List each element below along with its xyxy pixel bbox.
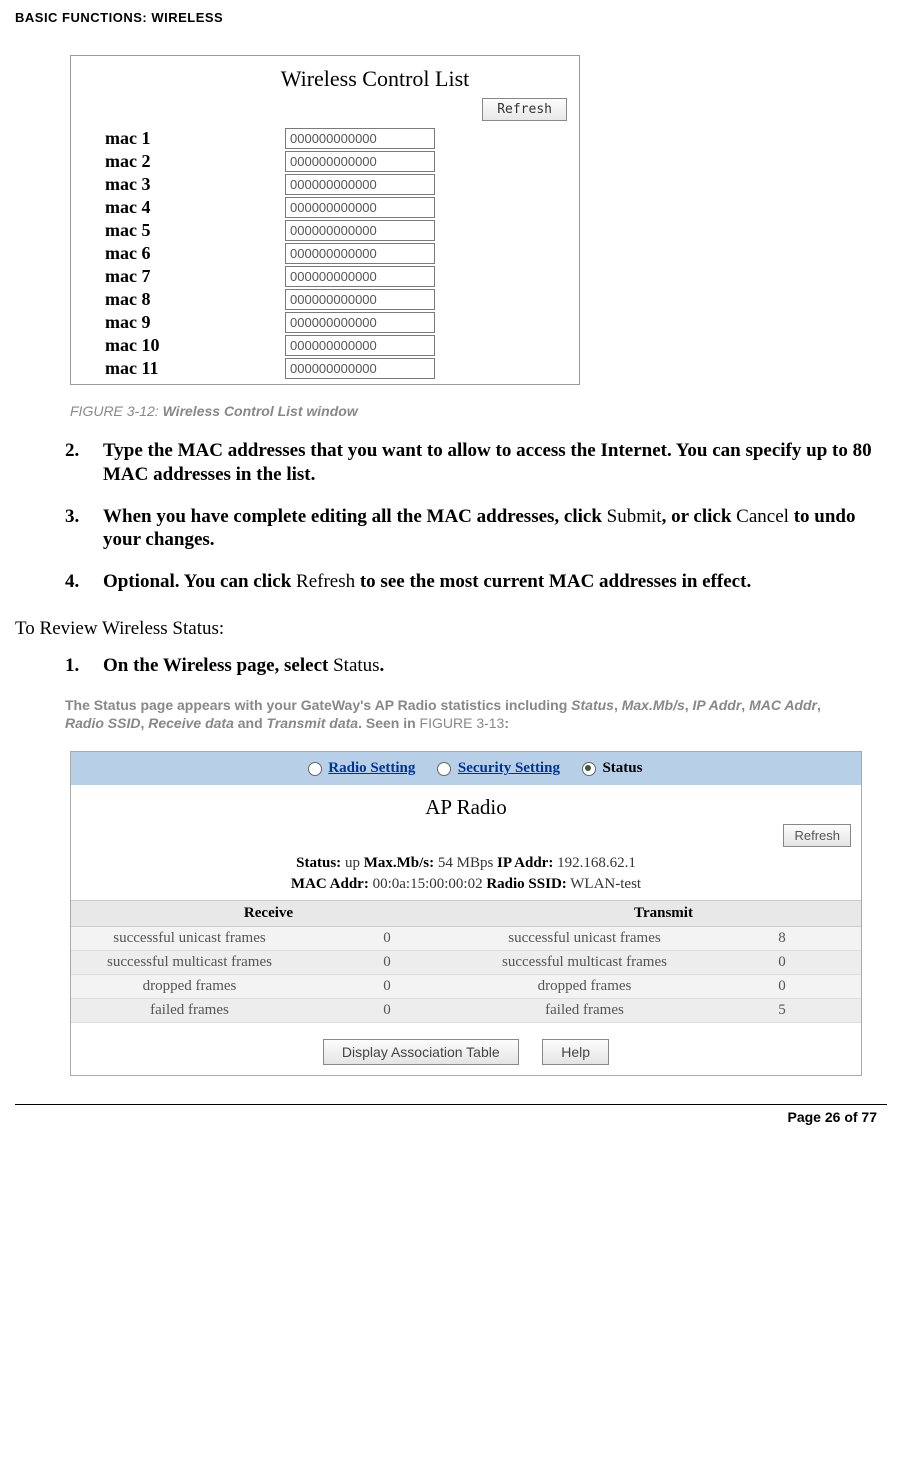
step-2: 2. Type the MAC addresses that you want … bbox=[65, 439, 887, 487]
mac-label: mac 2 bbox=[75, 151, 285, 172]
mac-input[interactable] bbox=[285, 220, 435, 241]
mac-input[interactable] bbox=[285, 289, 435, 310]
table-cell: successful multicast frames bbox=[71, 950, 308, 974]
table-cell: 0 bbox=[308, 998, 466, 1022]
page-footer: Page 26 of 77 bbox=[15, 1109, 887, 1125]
status-page-note: The Status page appears with your GateWa… bbox=[65, 696, 835, 734]
table-cell: successful unicast frames bbox=[466, 926, 703, 950]
mac-input[interactable] bbox=[285, 197, 435, 218]
mac-input[interactable] bbox=[285, 312, 435, 333]
wireless-control-list-screenshot: Wireless Control List Refresh mac 1mac 2… bbox=[70, 55, 580, 385]
table-row: successful multicast frames0successful m… bbox=[71, 950, 861, 974]
figure-caption-1: FIGURE 3-12: Wireless Control List windo… bbox=[70, 403, 887, 419]
table-cell: 8 bbox=[703, 926, 861, 950]
col-transmit: Transmit bbox=[466, 900, 861, 926]
section-review-status: To Review Wireless Status: bbox=[15, 618, 887, 640]
radio-icon-selected[interactable] bbox=[582, 762, 596, 776]
mac-row: mac 7 bbox=[75, 265, 575, 288]
mac-label: mac 5 bbox=[75, 220, 285, 241]
steps-list-b: 1. On the Wireless page, select Status. bbox=[65, 654, 887, 678]
ap-radio-status-screenshot: Radio Setting Security Setting Status AP… bbox=[70, 751, 862, 1076]
step-b1: 1. On the Wireless page, select Status. bbox=[65, 654, 887, 678]
table-cell: 0 bbox=[308, 950, 466, 974]
mac-input[interactable] bbox=[285, 335, 435, 356]
table-row: dropped frames0dropped frames0 bbox=[71, 974, 861, 998]
mac-label: mac 11 bbox=[75, 358, 285, 379]
table-row: successful unicast frames0successful uni… bbox=[71, 926, 861, 950]
step-4: 4. Optional. You can click Refresh to se… bbox=[65, 570, 887, 594]
wcl-title: Wireless Control List bbox=[75, 66, 575, 92]
mac-input[interactable] bbox=[285, 243, 435, 264]
table-cell: 0 bbox=[703, 950, 861, 974]
mac-row: mac 4 bbox=[75, 196, 575, 219]
mac-row: mac 1 bbox=[75, 127, 575, 150]
mac-row: mac 11 bbox=[75, 357, 575, 380]
mac-input[interactable] bbox=[285, 266, 435, 287]
table-cell: 0 bbox=[308, 974, 466, 998]
tab-bar: Radio Setting Security Setting Status bbox=[71, 752, 861, 785]
help-button[interactable]: Help bbox=[542, 1039, 609, 1065]
radio-icon[interactable] bbox=[308, 762, 322, 776]
mac-row: mac 3 bbox=[75, 173, 575, 196]
display-association-table-button[interactable]: Display Association Table bbox=[323, 1039, 519, 1065]
mac-input[interactable] bbox=[285, 151, 435, 172]
mac-label: mac 4 bbox=[75, 197, 285, 218]
mac-input[interactable] bbox=[285, 128, 435, 149]
mac-label: mac 7 bbox=[75, 266, 285, 287]
refresh-button[interactable]: Refresh bbox=[482, 98, 567, 121]
ap-radio-title: AP Radio bbox=[71, 785, 861, 824]
table-row: failed frames0failed frames5 bbox=[71, 998, 861, 1022]
table-cell: successful unicast frames bbox=[71, 926, 308, 950]
page-header: BASIC FUNCTIONS: WIRELESS bbox=[15, 10, 887, 25]
radio-icon[interactable] bbox=[437, 762, 451, 776]
mac-input[interactable] bbox=[285, 358, 435, 379]
mac-row: mac 9 bbox=[75, 311, 575, 334]
tab-security-setting[interactable]: Security Setting bbox=[458, 760, 560, 776]
table-cell: 0 bbox=[308, 926, 466, 950]
mac-row: mac 2 bbox=[75, 150, 575, 173]
refresh-button[interactable]: Refresh bbox=[783, 824, 851, 847]
table-cell: 5 bbox=[703, 998, 861, 1022]
mac-row: mac 8 bbox=[75, 288, 575, 311]
step-3: 3. When you have complete editing all th… bbox=[65, 505, 887, 553]
mac-label: mac 8 bbox=[75, 289, 285, 310]
table-cell: successful multicast frames bbox=[466, 950, 703, 974]
mac-label: mac 3 bbox=[75, 174, 285, 195]
mac-label: mac 6 bbox=[75, 243, 285, 264]
tab-radio-setting[interactable]: Radio Setting bbox=[328, 760, 415, 776]
mac-label: mac 1 bbox=[75, 128, 285, 149]
table-cell: dropped frames bbox=[466, 974, 703, 998]
mac-row: mac 10 bbox=[75, 334, 575, 357]
table-cell: failed frames bbox=[466, 998, 703, 1022]
mac-row: mac 5 bbox=[75, 219, 575, 242]
stats-table: Receive Transmit successful unicast fram… bbox=[71, 900, 861, 1023]
steps-list-a: 2. Type the MAC addresses that you want … bbox=[65, 439, 887, 594]
mac-row: mac 6 bbox=[75, 242, 575, 265]
mac-label: mac 9 bbox=[75, 312, 285, 333]
mac-input[interactable] bbox=[285, 174, 435, 195]
table-cell: dropped frames bbox=[71, 974, 308, 998]
ap-info-line: Status: up Max.Mb/s: 54 MBps IP Addr: 19… bbox=[71, 853, 861, 900]
tab-status[interactable]: Status bbox=[602, 760, 642, 776]
table-cell: 0 bbox=[703, 974, 861, 998]
footer-rule bbox=[15, 1104, 887, 1105]
mac-label: mac 10 bbox=[75, 335, 285, 356]
col-receive: Receive bbox=[71, 900, 466, 926]
table-cell: failed frames bbox=[71, 998, 308, 1022]
